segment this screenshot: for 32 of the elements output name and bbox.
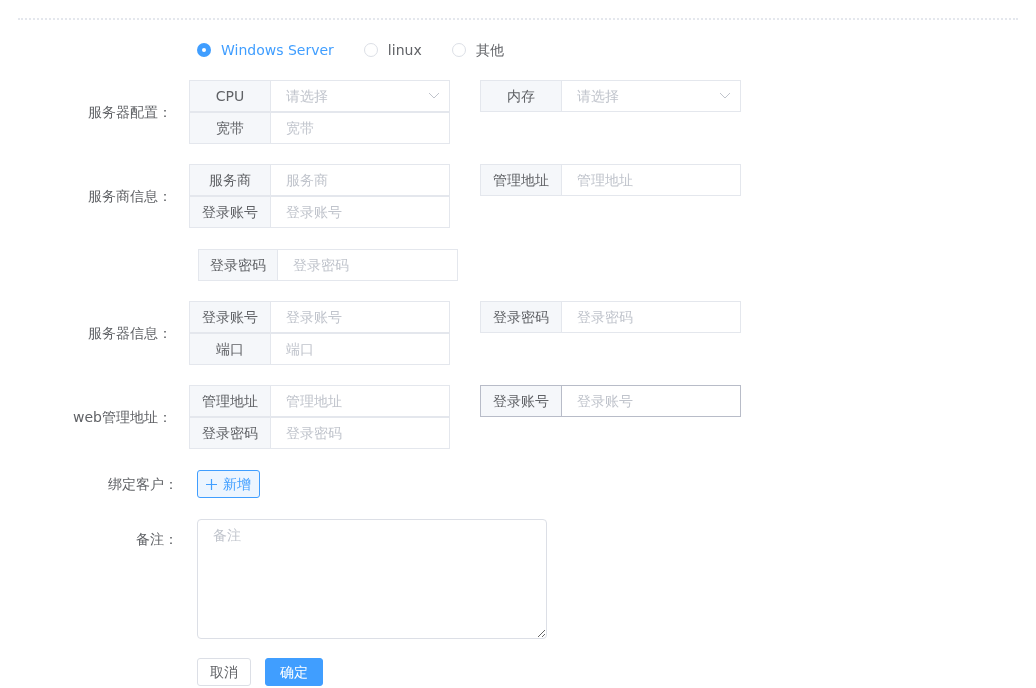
section-label: 服务商信息：	[87, 186, 173, 206]
field-addon-label: 宽带	[189, 112, 271, 144]
field-addon-label: 登录密码	[480, 301, 562, 333]
cancel-button[interactable]: 取消	[197, 658, 251, 686]
chevron-down-icon	[428, 92, 440, 99]
os-radio[interactable]: 其他	[451, 39, 504, 61]
radio-icon	[197, 43, 211, 57]
section-label: 服务器配置：	[87, 102, 173, 122]
field-addon-label: 管理地址	[189, 385, 271, 417]
field-addon-label: 登录密码	[198, 249, 278, 281]
field-addon-label: 端口	[189, 333, 271, 365]
os-radio[interactable]: linux	[363, 39, 422, 61]
field-addon-label: 管理地址	[480, 164, 562, 196]
remark-label: 备注：	[135, 530, 179, 549]
section-label: 服务器信息：	[87, 323, 173, 343]
remark-field[interactable]: 备注	[197, 519, 547, 639]
input-field[interactable]: 登录账号	[562, 385, 741, 417]
radio-icon	[363, 43, 378, 57]
section-label: web管理地址：	[72, 407, 173, 427]
field-addon-label: 内存	[480, 80, 562, 112]
field-addon-label: 登录账号	[189, 196, 271, 228]
plus-icon	[206, 478, 217, 490]
field-addon-label: 登录账号	[189, 301, 271, 333]
field-addon-label: 登录密码	[189, 417, 271, 449]
bind-customer-label: 绑定客户：	[107, 474, 179, 494]
select-field[interactable]: 请选择	[271, 80, 450, 112]
field-addon-label: 登录账号	[480, 385, 562, 417]
field-addon-label: 服务商	[189, 164, 271, 196]
radio-icon	[451, 43, 466, 57]
field-addon-label: CPU	[189, 80, 271, 112]
chevron-down-icon	[719, 92, 731, 99]
select-field[interactable]: 请选择	[562, 80, 741, 112]
